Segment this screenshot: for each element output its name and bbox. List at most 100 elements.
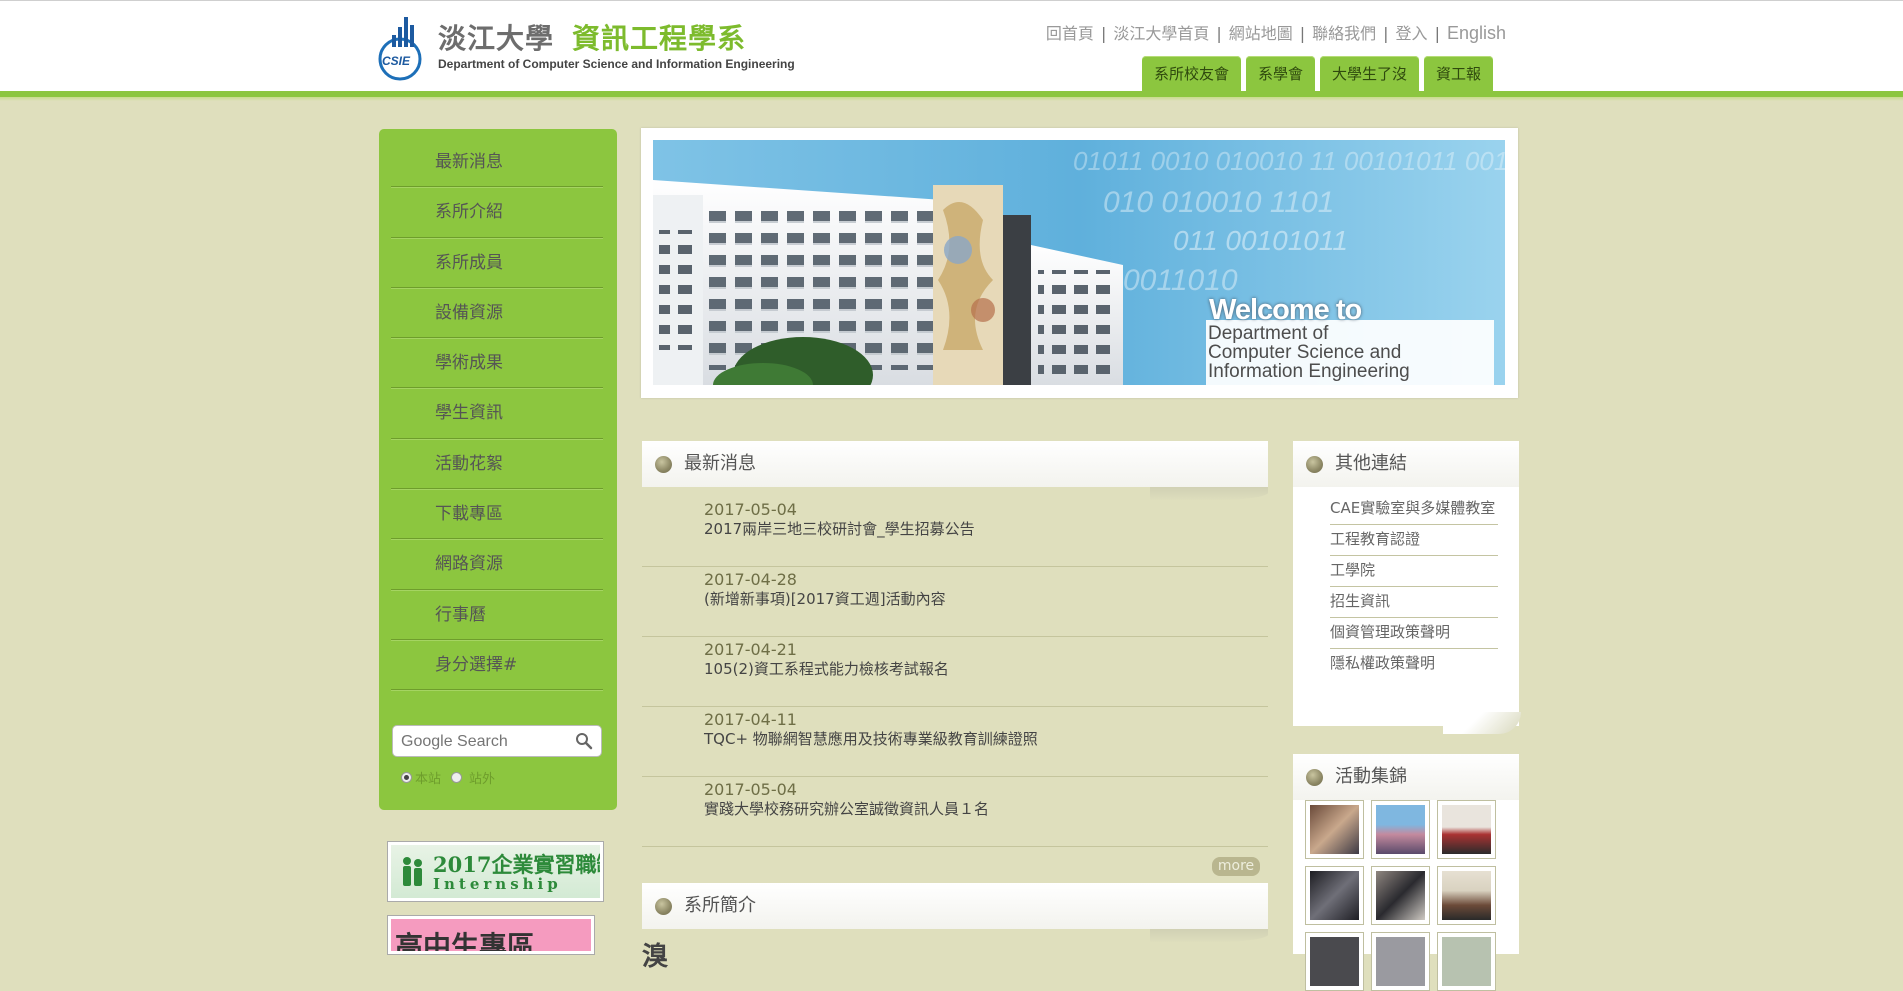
- link-home[interactable]: 回首頁: [1046, 24, 1094, 43]
- site-title-english: Department of Computer Science and Infor…: [438, 57, 795, 71]
- scope-radio-web[interactable]: [451, 772, 463, 783]
- site-logo[interactable]: CSIE 淡江大學 資訊工程學系 Department of Computer …: [378, 13, 818, 83]
- csie-logo-icon: CSIE: [378, 17, 422, 81]
- gallery-thumbnail[interactable]: [1437, 800, 1496, 859]
- link-english[interactable]: English: [1447, 23, 1506, 43]
- gallery-photo: [1376, 805, 1425, 854]
- high-school-banner[interactable]: 高中生專區: [387, 915, 595, 955]
- search-box: [392, 725, 602, 757]
- scope-label-web: 站外: [469, 772, 496, 787]
- search-input[interactable]: [399, 727, 573, 757]
- bullet-icon: [1306, 769, 1323, 786]
- news-date: 2017-04-28: [704, 570, 797, 589]
- gallery-photo: [1310, 805, 1359, 854]
- hero-dept-name: Department of Computer Science and Infor…: [1208, 324, 1410, 381]
- sidebar-item-facilities[interactable]: 設備資源: [391, 288, 603, 339]
- high-school-banner-text: 高中生專區: [395, 930, 536, 951]
- intro-title: 系所簡介: [684, 895, 756, 916]
- news-item[interactable]: 2017-04-21 105(2)資工系程式能力檢核考試報名: [642, 638, 1268, 707]
- link-tku-home[interactable]: 淡江大學首頁: [1113, 24, 1209, 43]
- scope-radio-site[interactable]: [401, 772, 412, 783]
- news-title-link[interactable]: (新增新事項)[2017資工週]活動內容: [704, 588, 946, 609]
- other-links-box: 其他連結 CAE實驗室與多媒體教室 工程教育認證 工學院 招生資訊 個資管理政策…: [1293, 441, 1521, 734]
- news-date: 2017-04-11: [704, 710, 797, 729]
- other-links-title: 其他連結: [1335, 453, 1407, 474]
- sidebar-item-identity[interactable]: 身分選擇#: [391, 640, 603, 691]
- tab-alumni[interactable]: 系所校友會: [1142, 56, 1242, 91]
- link-contact[interactable]: 聯絡我們: [1312, 24, 1376, 43]
- gallery-photo: [1442, 871, 1491, 920]
- news-title-link[interactable]: 2017兩岸三地三校研討會_學生招募公告: [704, 518, 975, 539]
- intro-header: 系所簡介: [642, 883, 1268, 929]
- gallery-photo: [1376, 937, 1425, 986]
- tab-newsletter[interactable]: 資工報: [1424, 56, 1494, 91]
- sidebar-item-calendar[interactable]: 行事曆: [391, 590, 603, 640]
- sidebar-item-downloads[interactable]: 下載專區: [391, 489, 603, 540]
- other-link-engineering-college[interactable]: 工學院: [1330, 556, 1498, 587]
- sidebar-item-news[interactable]: 最新消息: [391, 137, 603, 188]
- other-link-accreditation[interactable]: 工程教育認證: [1330, 525, 1498, 556]
- header-tabs: 系所校友會 系學會 大學生了沒 資工報: [1142, 56, 1494, 91]
- hero-dept-line-2: Computer Science and: [1208, 342, 1402, 363]
- bullet-icon: [1306, 456, 1323, 473]
- svg-text:0011010: 0011010: [1123, 264, 1238, 297]
- svg-text:CSIE: CSIE: [382, 54, 411, 68]
- news-more-button[interactable]: more: [1212, 857, 1260, 876]
- internship-banner[interactable]: 2017企業實習職缺 Internship: [387, 841, 604, 902]
- gallery-photo: [1442, 805, 1491, 854]
- bullet-icon: [655, 898, 672, 915]
- gallery-thumbnail[interactable]: [1371, 932, 1430, 991]
- news-title: 最新消息: [684, 453, 756, 474]
- sidebar-item-introduction[interactable]: 系所介紹: [391, 187, 603, 238]
- people-icon: [403, 857, 422, 886]
- other-link-admissions[interactable]: 招生資訊: [1330, 587, 1498, 618]
- tab-student-association[interactable]: 系學會: [1246, 56, 1316, 91]
- gallery-thumbnail[interactable]: [1305, 866, 1364, 925]
- other-links-header: 其他連結: [1293, 441, 1519, 487]
- activity-gallery: 活動集錦: [1293, 754, 1519, 991]
- sidebar-item-web-resources[interactable]: 網路資源: [391, 539, 603, 590]
- sidebar-item-student-info[interactable]: 學生資訊: [391, 388, 603, 439]
- gallery-title: 活動集錦: [1335, 766, 1407, 787]
- other-link-data-policy[interactable]: 個資管理政策聲明: [1330, 618, 1498, 649]
- sidebar-item-activities[interactable]: 活動花絮: [391, 439, 603, 490]
- other-link-privacy-policy[interactable]: 隱私權政策聲明: [1330, 649, 1498, 679]
- hero-banner: 01011 0010 010010 11 00101011 0011010 10…: [641, 128, 1518, 398]
- news-item[interactable]: 2017-05-04 2017兩岸三地三校研討會_學生招募公告: [642, 498, 1268, 567]
- news-title-link[interactable]: TQC+ 物聯網智慧應用及技術專業級教育訓練證照: [704, 728, 1038, 749]
- gallery-header: 活動集錦: [1293, 754, 1519, 800]
- site-header: CSIE 淡江大學 資訊工程學系 Department of Computer …: [0, 0, 1903, 101]
- search-scope: 本站 站外: [401, 768, 495, 787]
- news-item[interactable]: 2017-04-28 (新增新事項)[2017資工週]活動內容: [642, 568, 1268, 637]
- news-title-link[interactable]: 105(2)資工系程式能力檢核考試報名: [704, 658, 949, 679]
- news-item[interactable]: 2017-04-11 TQC+ 物聯網智慧應用及技術專業級教育訓練證照: [642, 708, 1268, 777]
- sidebar-item-members[interactable]: 系所成員: [391, 238, 603, 288]
- gallery-photo: [1310, 937, 1359, 986]
- news-title-link[interactable]: 實踐大學校務研究辦公室誠徵資訊人員１名: [704, 798, 989, 819]
- sidebar-item-research[interactable]: 學術成果: [391, 338, 603, 389]
- tab-college-life[interactable]: 大學生了沒: [1320, 56, 1420, 91]
- news-date: 2017-05-04: [704, 780, 797, 799]
- sidebar-menu: 最新消息 系所介紹 系所成員 設備資源 學術成果 學生資訊 活動花絮 下載專區 …: [391, 137, 603, 691]
- other-link-cae-lab[interactable]: CAE實驗室與多媒體教室: [1330, 494, 1498, 525]
- gallery-photo: [1442, 937, 1491, 986]
- news-item[interactable]: 2017-05-04 實踐大學校務研究辦公室誠徵資訊人員１名: [642, 778, 1268, 847]
- link-login[interactable]: 登入: [1396, 24, 1428, 43]
- news-date: 2017-05-04: [704, 500, 797, 519]
- gallery-thumbnail[interactable]: [1305, 800, 1364, 859]
- top-links: 回首頁 | 淡江大學首頁 | 網站地圖 | 聯絡我們 | 登入 | English: [1045, 23, 1506, 43]
- gallery-thumbnail[interactable]: [1305, 932, 1364, 991]
- scope-label-site: 本站: [415, 772, 442, 787]
- sidebar: 最新消息 系所介紹 系所成員 設備資源 學術成果 學生資訊 活動花絮 下載專區 …: [379, 129, 617, 810]
- gallery-thumbnail[interactable]: [1437, 932, 1496, 991]
- gallery-thumbnail[interactable]: [1371, 800, 1430, 859]
- link-sitemap[interactable]: 網站地圖: [1229, 24, 1293, 43]
- news-date: 2017-04-21: [704, 640, 797, 659]
- news-header: 最新消息: [642, 441, 1268, 487]
- search-icon[interactable]: [575, 732, 593, 750]
- gallery-thumbnail[interactable]: [1371, 866, 1430, 925]
- site-title-department: 資訊工程學系: [572, 22, 747, 55]
- hero-dept-line-3: Information Engineering: [1208, 361, 1410, 382]
- other-links-list: CAE實驗室與多媒體教室 工程教育認證 工學院 招生資訊 個資管理政策聲明 隱私…: [1330, 494, 1498, 679]
- gallery-thumbnail[interactable]: [1437, 866, 1496, 925]
